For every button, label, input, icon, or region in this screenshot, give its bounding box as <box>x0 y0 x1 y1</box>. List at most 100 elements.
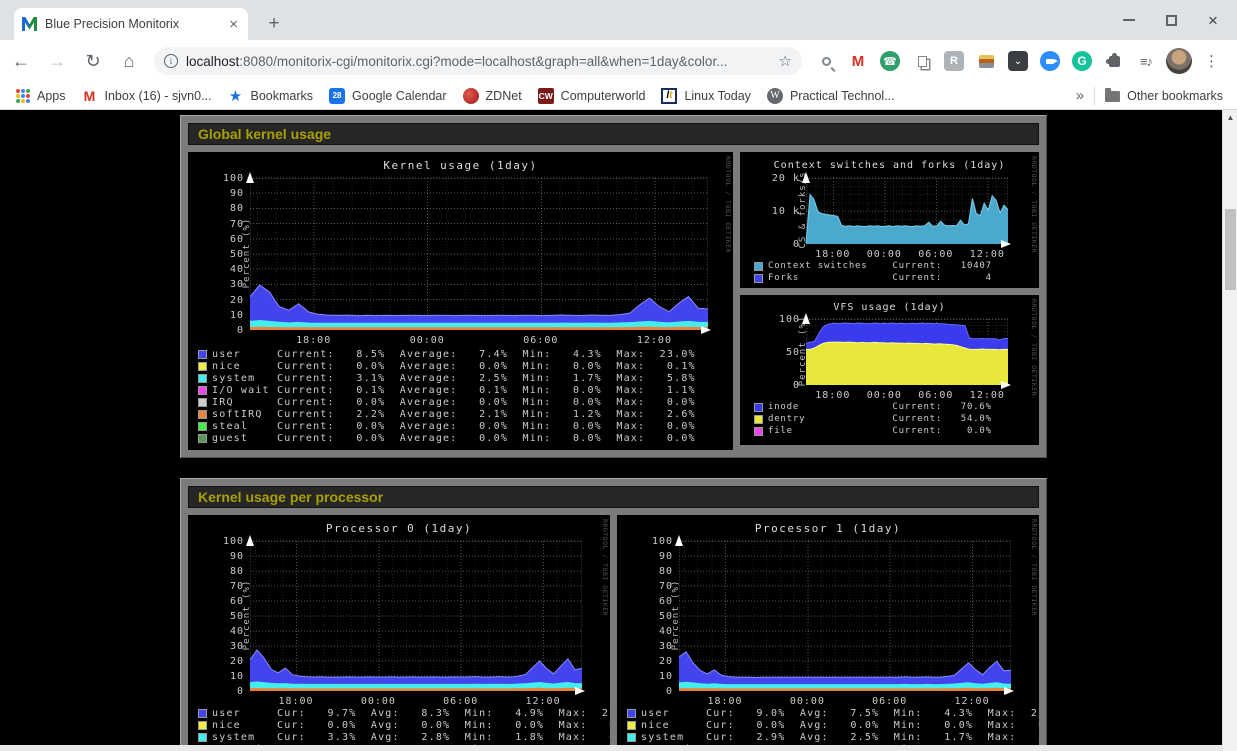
bookmark-apps[interactable]: Apps <box>16 89 66 103</box>
y-tick-label: 100 <box>762 314 800 325</box>
y-tick-label: 10 <box>635 671 673 682</box>
y-tick-label: 20 <box>206 295 244 306</box>
bookmark-computerworld[interactable]: CWComputerworld <box>538 88 646 104</box>
gcal-icon: 28 <box>329 88 345 104</box>
chart-title: VFS usage (1day) <box>740 302 1039 313</box>
r-extension-icon[interactable]: R <box>944 51 964 71</box>
legend-row-file: file Current: 0.0% <box>754 425 992 437</box>
x-tick-label: 18:00 <box>296 335 331 346</box>
y-tick-label: 50 <box>206 611 244 622</box>
legend-text: file Current: 0.0% <box>768 426 992 436</box>
rrdtool-watermark: RRDTOOL / TOBI OETIKER <box>724 156 732 253</box>
puzzle-extension-icon[interactable] <box>1104 51 1124 71</box>
scrollbar-thumb[interactable] <box>1225 209 1236 290</box>
legend-row-irq: IRQ Current: 0.0% Average: 0.0% Min: 0.0… <box>198 396 696 408</box>
legend-text: user Current: 8.5% Average: 7.4% Min: 4.… <box>212 349 696 360</box>
graph-processor-0[interactable]: Processor 0 (1day)Percent (%)10090807060… <box>188 515 610 751</box>
legend-swatch <box>198 721 207 730</box>
legend-swatch <box>627 733 636 742</box>
y-tick-label: 0 <box>206 686 244 697</box>
window-controls: × <box>1121 0 1229 40</box>
legend-swatch <box>198 709 207 718</box>
legend-row-forks: Forks Current: 4 <box>754 272 992 284</box>
legend-text: inode Current: 70.6% <box>768 402 992 412</box>
x-tick-label: 12:00 <box>637 335 672 346</box>
maximize-button[interactable] <box>1163 12 1179 28</box>
y-tick-label: 90 <box>635 551 673 562</box>
reload-button[interactable]: ↻ <box>78 46 108 76</box>
bookmark-inbox-16-sjvn0[interactable]: MInbox (16) - sjvn0... <box>82 88 212 104</box>
bookmark-google-calendar[interactable]: 28Google Calendar <box>329 88 447 104</box>
graph-context-switches[interactable]: Context switches and forks (1day)CS & fo… <box>740 152 1039 288</box>
copy-extension-icon[interactable] <box>912 51 932 71</box>
minimize-button[interactable] <box>1121 12 1137 28</box>
url-text: localhost:8080/monitorix-cgi/monitorix.c… <box>186 54 773 69</box>
bookmark-label: Bookmarks <box>251 89 314 103</box>
profile-avatar[interactable] <box>1166 48 1192 74</box>
back-button[interactable]: ← <box>6 46 36 76</box>
legend-swatch <box>198 733 207 742</box>
cw-icon: CW <box>538 88 554 104</box>
bookmark-linux-today[interactable]: ltLinux Today <box>661 88 751 104</box>
bookmark-practical-technol[interactable]: WPractical Technol... <box>767 88 895 104</box>
bookmark-label: ZDNet <box>486 89 522 103</box>
playlist-extension-icon[interactable]: ≡♪ <box>1136 51 1156 71</box>
books-extension-icon[interactable] <box>976 51 996 71</box>
rrdtool-watermark: RRDTOOL / TOBI OETIKER <box>1030 519 1038 616</box>
bottom-edge-strip <box>0 745 1222 751</box>
legend-row-system: system Current: 3.1% Average: 2.5% Min: … <box>198 372 696 384</box>
bookmarks-divider <box>1094 87 1095 105</box>
phone-extension-icon[interactable]: ☎ <box>880 51 900 71</box>
monitorix-favicon <box>22 17 37 31</box>
browser-tab[interactable]: Blue Precision Monitorix × <box>14 8 248 40</box>
x-tick-label: 18:00 <box>707 696 742 707</box>
forward-button[interactable]: → <box>42 46 72 76</box>
legend-text: guest Current: 0.0% Average: 0.0% Min: 0… <box>212 433 696 444</box>
vertical-scrollbar[interactable]: ▲ <box>1222 110 1237 751</box>
scrollbar-up-arrow[interactable]: ▲ <box>1223 113 1237 125</box>
y-tick-label: 10 <box>206 671 244 682</box>
legend-text: user Cur: 9.0% Avg: 7.5% Min: 4.3% Max: … <box>641 708 1039 719</box>
address-bar[interactable]: i localhost:8080/monitorix-cgi/monitorix… <box>154 47 802 75</box>
home-button[interactable]: ⌂ <box>114 46 144 76</box>
gmail-extension-icon[interactable]: M <box>848 51 868 71</box>
y-tick-label: 90 <box>206 188 244 199</box>
browser-toolbar: ← → ↻ ⌂ i localhost:8080/monitorix-cgi/m… <box>0 40 1237 82</box>
legend-row-nice: nice Cur: 0.0% Avg: 0.0% Min: 0.0% Max: … <box>198 719 610 731</box>
y-tick-label: 70 <box>206 581 244 592</box>
pocket-extension-icon[interactable]: ⌄ <box>1008 51 1028 71</box>
x-tick-label: 12:00 <box>525 696 560 707</box>
bookmarks-list: Apps MInbox (16) - sjvn0... ★Bookmarks 28Go… <box>0 88 895 104</box>
other-bookmarks-label: Other bookmarks <box>1127 89 1223 103</box>
bookmark-bookmarks[interactable]: ★Bookmarks <box>228 88 314 104</box>
legend-text: Context switches Current: 10407 <box>768 261 992 271</box>
y-tick-label: 20 k <box>762 173 800 184</box>
graph-vfs-usage[interactable]: VFS usage (1day)Percent (%)10050018:0000… <box>740 295 1039 445</box>
other-bookmarks-button[interactable]: Other bookmarks <box>1105 89 1223 103</box>
tab-strip: Blue Precision Monitorix × + × <box>0 0 1237 40</box>
chart-title: Processor 1 (1day) <box>617 522 1039 535</box>
bookmark-zdnet[interactable]: ZDNet <box>463 88 522 104</box>
grammarly-extension-icon[interactable]: G <box>1072 51 1092 71</box>
chart-plot-area <box>806 178 1008 244</box>
bookmark-star-icon[interactable]: ☆ <box>779 52 792 70</box>
legend-text: softIRQ Current: 2.2% Average: 2.1% Min:… <box>212 409 696 420</box>
browser-menu-icon[interactable]: ⋮ <box>1204 52 1219 70</box>
legend-text: system Cur: 3.3% Avg: 2.8% Min: 1.8% Max… <box>212 732 610 743</box>
bookmarks-overflow-chevron[interactable]: » <box>1066 87 1094 104</box>
zoom-extension-icon[interactable] <box>1040 51 1060 71</box>
search-extension-icon[interactable] <box>816 51 836 71</box>
y-tick-label: 0 <box>762 380 800 391</box>
gmail-icon: M <box>82 88 98 104</box>
x-tick-label: 12:00 <box>954 696 989 707</box>
new-tab-button[interactable]: + <box>262 12 286 36</box>
monitorix-page: Global kernel usage Kernel usage (1day)P… <box>0 110 1222 751</box>
tab-close-icon[interactable]: × <box>227 16 240 33</box>
page-info-icon[interactable]: i <box>164 54 178 68</box>
legend-text: system Cur: 2.9% Avg: 2.5% Min: 1.7% Max… <box>641 732 1039 743</box>
x-tick-label: 12:00 <box>970 390 1005 401</box>
graph-processor-1[interactable]: Processor 1 (1day)Percent (%)10090807060… <box>617 515 1039 751</box>
graph-kernel-usage[interactable]: Kernel usage (1day)Percent (%)1009080706… <box>188 152 733 450</box>
apps-grid-icon <box>16 89 30 103</box>
close-button[interactable]: × <box>1205 12 1221 28</box>
